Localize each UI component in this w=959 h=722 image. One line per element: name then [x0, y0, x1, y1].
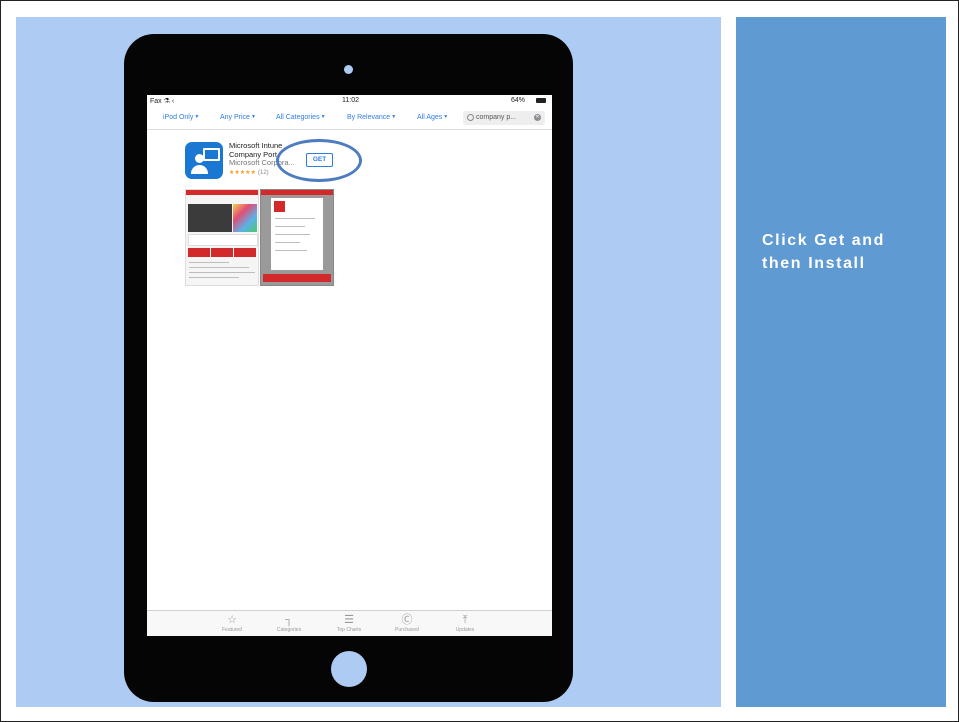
purchased-icon: Ⓒ [401, 614, 413, 626]
battery-icon [536, 98, 546, 103]
camera-icon [344, 65, 353, 74]
screenshot-header [186, 190, 258, 195]
screenshot-line [275, 234, 310, 235]
tab-label: Categories [276, 627, 302, 633]
screenshot-dialog-logo [274, 201, 285, 212]
right-panel: Click Get and then Install [736, 17, 946, 707]
screenshot-line [189, 272, 255, 273]
screenshot-tile [188, 248, 210, 257]
get-button-highlight-oval [276, 139, 362, 182]
updates-icon: ⤒ [462, 614, 468, 626]
caret-down-icon: ▼ [250, 114, 256, 121]
screenshot-photo [233, 204, 257, 232]
instruction-caption: Click Get and then Install [762, 232, 886, 272]
rating-count: (12) [258, 169, 269, 176]
filter-ages[interactable]: All Ages▼ [417, 114, 448, 121]
filter-label: By Relevance [347, 114, 391, 121]
screenshot-tile [211, 248, 233, 257]
filter-bar: iPod Only▼ Any Price▼ All Categories▼ By… [147, 107, 552, 130]
screenshot-card [188, 234, 258, 246]
app-screenshot-2[interactable] [260, 189, 334, 286]
star-rating-icon: ★★★★★ [229, 169, 256, 176]
search-icon [467, 114, 474, 121]
tab-label: Featured [221, 627, 242, 633]
top-charts-icon: ☰ [344, 614, 354, 626]
tab-label: Top Charts [336, 627, 362, 633]
filter-price[interactable]: Any Price▼ [220, 114, 256, 121]
screenshot-line [275, 242, 300, 243]
search-input[interactable]: company p... ✕ [463, 111, 545, 125]
company-portal-icon[interactable] [185, 142, 223, 179]
clear-search-icon[interactable]: ✕ [534, 114, 541, 121]
screenshot-tile [234, 248, 256, 257]
home-button[interactable] [331, 651, 367, 687]
screenshot-line [275, 218, 315, 219]
screenshot-line [275, 226, 305, 227]
chat-screen-glyph [203, 148, 220, 161]
tab-purchased[interactable]: Ⓒ Purchased [387, 614, 427, 634]
tab-categories[interactable]: ┐ Categories [269, 614, 309, 634]
ipad-screen: Fax ⚗ ‹ 11:02 64% iPod Only▼ Any Price▼ … [147, 95, 552, 636]
tab-updates[interactable]: ⤒ Updates [445, 614, 485, 634]
tab-label: Purchased [395, 627, 419, 633]
tab-label: Updates [455, 627, 475, 633]
star-icon: ☆ [227, 614, 237, 626]
screenshot-line [189, 262, 229, 263]
person-head-glyph [195, 154, 204, 163]
tab-top-charts[interactable]: ☰ Top Charts [329, 614, 369, 634]
tab-bar: ☆ Featured ┐ Categories ☰ Top Charts Ⓒ P… [147, 610, 552, 636]
caret-down-icon: ▼ [443, 114, 449, 121]
filter-label: All Categories [276, 114, 320, 121]
battery-text: 64% [511, 97, 526, 104]
filter-device[interactable]: iPod Only▼ [163, 114, 199, 121]
screenshot-header [261, 190, 333, 195]
filter-label: Any Price [220, 114, 250, 121]
caret-down-icon: ▼ [320, 114, 326, 121]
categories-icon: ┐ [285, 614, 293, 626]
tab-featured[interactable]: ☆ Featured [212, 614, 252, 634]
screenshot-line [189, 277, 239, 278]
slide: Click Get and then Install Fax ⚗ ‹ 11:02… [0, 0, 959, 722]
status-time: 11:02 [342, 97, 359, 104]
person-body-glyph [191, 165, 208, 174]
filter-label: iPod Only [163, 114, 194, 121]
filter-categories[interactable]: All Categories▼ [276, 114, 326, 121]
carrier-text: Fax ⚗ ‹ [150, 98, 175, 105]
screenshot-line [275, 250, 307, 251]
ipad-device: Fax ⚗ ‹ 11:02 64% iPod Only▼ Any Price▼ … [124, 34, 573, 702]
filter-sort[interactable]: By Relevance▼ [347, 114, 396, 121]
caret-down-icon: ▼ [194, 114, 200, 121]
screenshot-footer [263, 274, 331, 282]
screenshot-photo [188, 204, 232, 232]
caret-down-icon: ▼ [391, 114, 397, 121]
screenshot-line [189, 267, 249, 268]
status-bar: Fax ⚗ ‹ 11:02 64% [147, 95, 552, 107]
search-value: company p... [476, 114, 517, 121]
filter-label: All Ages [417, 114, 443, 121]
app-screenshot-1[interactable] [185, 189, 259, 286]
